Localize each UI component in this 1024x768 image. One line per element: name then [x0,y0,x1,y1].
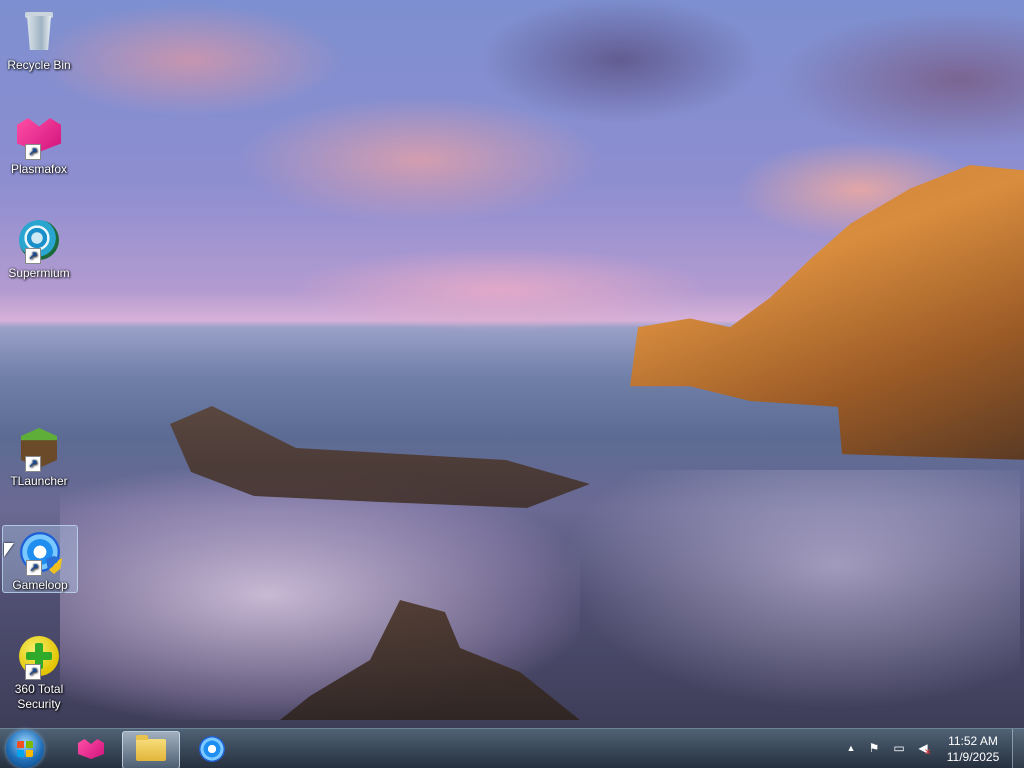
taskbar: ▲ ⚑ ▭ ◀ ✕ 11:52 AM 11/9/2025 [0,728,1024,768]
taskbar-clock[interactable]: 11:52 AM 11/9/2025 [938,733,1008,765]
360-total-security-icon: ↗ [15,632,63,680]
desktop-icon-gameloop[interactable]: ↗ Gameloop [2,525,78,593]
uac-shield-icon [46,556,62,574]
clock-date: 11/9/2025 [946,750,1000,764]
system-tray: ▲ ⚑ ▭ ◀ ✕ 11:52 AM 11/9/2025 [0,729,1024,768]
desktop-icon-label: Recycle Bin [7,58,71,72]
desktop-icon-label: 360 Total Security [14,682,64,711]
desktop-icon-tlauncher[interactable]: ↗ TLauncher [4,422,74,489]
desktop-icon-360-total-security[interactable]: ↗ 360 Total Security [4,630,74,712]
clock-time: 11:52 AM [948,734,998,748]
wallpaper-foam-right [560,470,1020,710]
recycle-bin-icon [15,8,63,56]
shortcut-arrow-icon: ↗ [25,664,41,680]
network-icon[interactable]: ▭ [892,741,906,755]
desktop-icon-label: Supermium [8,266,70,280]
desktop-icon-label: TLauncher [10,474,68,488]
action-center-flag-icon[interactable]: ⚑ [867,741,881,755]
tlauncher-icon: ↗ [15,424,63,472]
plasmafox-icon: ↗ [15,112,63,160]
supermium-icon: ↗ [15,216,63,264]
mouse-cursor-icon [4,543,14,557]
volume-muted-icon[interactable]: ◀ ✕ [916,741,931,757]
desktop-icon-recycle-bin[interactable]: Recycle Bin [4,6,74,73]
show-desktop-button[interactable] [1012,729,1024,768]
shortcut-arrow-icon: ↗ [26,560,42,576]
desktop-wallpaper [0,0,1024,728]
shortcut-arrow-icon: ↗ [25,144,41,160]
shortcut-arrow-icon: ↗ [25,456,41,472]
show-hidden-icons-arrow[interactable]: ▲ [844,741,858,755]
desktop-icon-label: Plasmafox [10,162,68,176]
desktop-icon-plasmafox[interactable]: ↗ Plasmafox [4,110,74,177]
desktop-icon-label: Gameloop [12,578,68,592]
desktop-icon-supermium[interactable]: ↗ Supermium [4,214,74,281]
wallpaper-cliff [630,165,1024,460]
gameloop-icon: ↗ [16,528,64,576]
shortcut-arrow-icon: ↗ [25,248,41,264]
